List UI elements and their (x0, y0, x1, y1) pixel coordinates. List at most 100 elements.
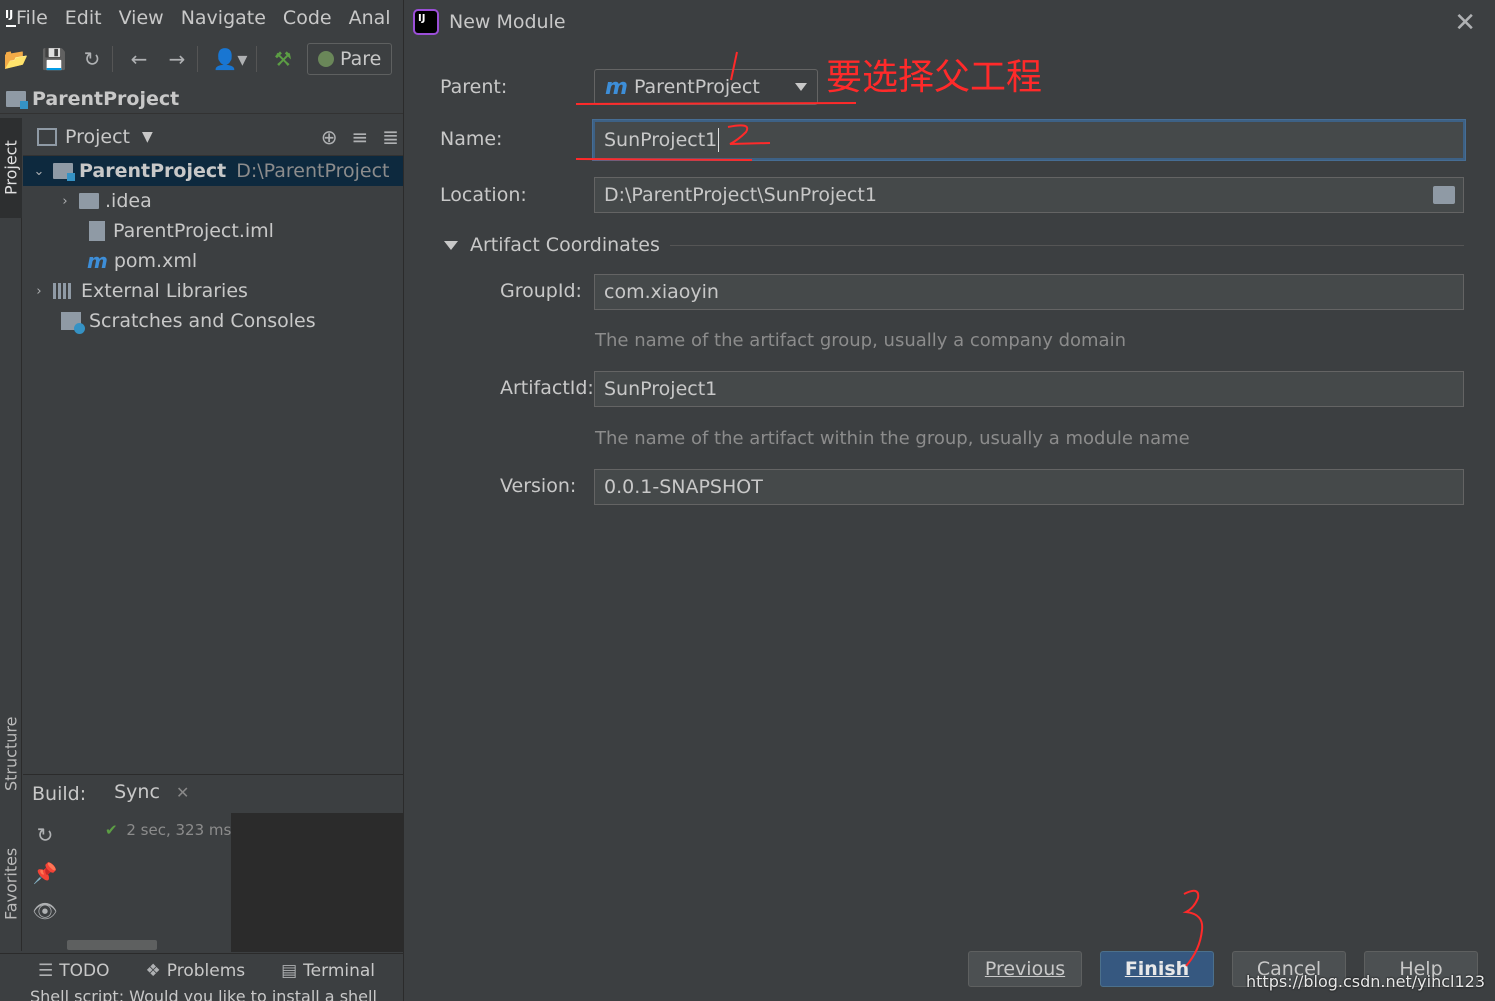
maven-icon: m (605, 74, 628, 100)
chevron-down-icon[interactable] (795, 83, 807, 91)
version-input[interactable]: 0.0.1-SNAPSHOT (594, 469, 1464, 505)
status-bar: Shell script: Would you like to install … (0, 987, 403, 1001)
previous-button[interactable]: Previous (968, 951, 1082, 987)
group-id-input-value: com.xiaoyin (604, 281, 719, 303)
group-id-input[interactable]: com.xiaoyin (594, 274, 1464, 310)
horizontal-scrollbar[interactable] (67, 940, 157, 950)
project-view-label[interactable]: Project (65, 126, 130, 148)
version-input-value: 0.0.1-SNAPSHOT (604, 476, 763, 498)
tree-item-label: pom.xml (113, 250, 198, 272)
tab-todo[interactable]: ☰ TODO (38, 961, 110, 981)
build-tree: ✔ 2 sec, 323 ms (67, 813, 231, 952)
build-status[interactable]: ✔ 2 sec, 323 ms (105, 821, 231, 839)
build-hammer-icon[interactable]: ⚒ (267, 44, 299, 74)
menu-edit[interactable]: Edit (65, 7, 102, 29)
status-message[interactable]: Shell script: Would you like to install … (30, 987, 377, 1001)
tab-problems-label: Problems (166, 960, 246, 981)
module-folder-icon (6, 90, 28, 109)
collapse-all-icon[interactable]: ≣ (382, 125, 399, 149)
tool-tab-project[interactable]: Project (0, 118, 22, 218)
chevron-down-icon[interactable]: ▼ (142, 129, 153, 145)
section-title: Artifact Coordinates (470, 234, 660, 256)
menu-navigate[interactable]: Navigate (181, 7, 266, 29)
tree-item-pom[interactable]: m pom.xml (23, 246, 403, 276)
menu-file[interactable]: File (16, 7, 48, 29)
tree-item-label: ParentProject (79, 160, 227, 182)
intellij-logo-icon (415, 11, 437, 33)
expand-all-icon[interactable]: ≡ (351, 125, 368, 149)
tree-item-label: ParentProject.iml (113, 220, 274, 242)
toolbar-separator (197, 46, 198, 72)
close-icon[interactable]: ✕ (1454, 8, 1476, 38)
menu-bar: File Edit View Navigate Code Anal (0, 0, 403, 36)
toolbar-separator (256, 46, 257, 72)
resync-icon[interactable]: ↻ (37, 823, 54, 847)
main-toolbar: 📂 💾 ↻ ← → 👤▾ ⚒ Pare (0, 40, 403, 78)
chevron-down-icon[interactable]: ⌄ (31, 164, 47, 179)
build-tool-window: Build: Sync ✕ ↻ 📌 👁 ✔ 2 sec, 323 ms (23, 774, 403, 952)
chevron-right-icon[interactable]: › (57, 194, 73, 209)
tab-terminal-label: Terminal (303, 960, 376, 981)
chevron-right-icon[interactable]: › (31, 284, 47, 299)
screen: File Edit View Navigate Code Anal 📂 💾 ↻ … (0, 0, 1495, 1001)
text-cursor (718, 128, 720, 152)
menu-analyze[interactable]: Anal (349, 7, 391, 29)
library-icon (53, 283, 73, 299)
tree-item-label: .idea (105, 190, 152, 212)
tool-tab-structure[interactable]: Structure (0, 704, 22, 804)
forward-icon[interactable]: → (161, 44, 193, 74)
menu-view[interactable]: View (119, 7, 164, 29)
check-icon: ✔ (105, 821, 118, 839)
tab-sync[interactable]: Sync ✕ (98, 781, 208, 816)
finish-button[interactable]: Finish (1100, 951, 1214, 987)
artifact-coordinates-section[interactable]: Artifact Coordinates (444, 232, 1464, 258)
sync-icon[interactable]: ↻ (76, 44, 108, 74)
breadcrumb-project[interactable]: ParentProject (32, 88, 179, 110)
new-module-dialog: New Module ✕ Parent: m ParentProject Nam… (403, 0, 1495, 1001)
tree-item-label: External Libraries (81, 280, 248, 302)
back-icon[interactable]: ← (123, 44, 155, 74)
chevron-down-icon[interactable] (444, 240, 458, 250)
locate-icon[interactable]: ⊕ (321, 125, 338, 149)
tree-item-scratches[interactable]: Scratches and Consoles (23, 306, 403, 336)
tool-tab-favorites[interactable]: Favorites (0, 834, 22, 934)
dialog-title-bar: New Module ✕ (404, 0, 1495, 44)
open-folder-icon[interactable]: 📂 (0, 44, 32, 74)
run-config-selector[interactable]: Pare (307, 43, 393, 75)
tree-item-external-libraries[interactable]: › External Libraries (23, 276, 403, 306)
parent-label: Parent: (440, 76, 508, 98)
build-actions: ↻ 📌 👁 (23, 813, 67, 952)
eye-icon[interactable]: 👁 (32, 899, 57, 923)
tree-item-parent-project[interactable]: ⌄ ParentProject D:\ParentProject (23, 156, 403, 186)
navigation-breadcrumb: ParentProject (0, 84, 403, 114)
build-time: 2 sec, 323 ms (126, 821, 232, 839)
panel-header-actions: ⊕ ≡ ≣ (321, 125, 399, 149)
pin-icon[interactable]: 📌 (33, 861, 58, 885)
group-id-hint: The name of the artifact group, usually … (595, 330, 1126, 351)
tab-terminal[interactable]: ▤ Terminal (281, 961, 375, 981)
browse-folder-icon[interactable] (1433, 186, 1455, 204)
tree-item-label: Scratches and Consoles (89, 310, 316, 332)
artifact-id-input[interactable]: SunProject1 (594, 371, 1464, 407)
name-input[interactable]: SunProject1 (593, 120, 1465, 160)
close-icon[interactable]: ✕ (176, 783, 189, 802)
tab-problems[interactable]: ❖ Problems (146, 961, 246, 981)
user-dropdown-icon[interactable]: 👤▾ (208, 44, 252, 74)
location-input[interactable]: D:\ParentProject\SunProject1 (594, 177, 1464, 213)
tree-item-iml[interactable]: ParentProject.iml (23, 216, 403, 246)
left-tool-stripe: Project Structure Favorites (0, 118, 22, 951)
list-icon: ☰ (38, 960, 54, 981)
ide-window: File Edit View Navigate Code Anal 📂 💾 ↻ … (0, 0, 403, 1001)
version-label: Version: (500, 475, 577, 497)
project-panel: Project ▼ ⊕ ≡ ≣ ⌄ ParentProject D:\Paren… (23, 118, 403, 772)
artifact-id-label: ArtifactId: (500, 377, 594, 399)
parent-select[interactable]: m ParentProject (594, 69, 818, 105)
save-icon[interactable]: 💾 (38, 44, 70, 74)
name-input-value: SunProject1 (604, 129, 718, 151)
project-tree: ⌄ ParentProject D:\ParentProject › .idea… (23, 156, 403, 336)
menu-code[interactable]: Code (283, 7, 332, 29)
tree-item-idea[interactable]: › .idea (23, 186, 403, 216)
maven-icon: m (87, 249, 108, 273)
folder-icon (79, 193, 99, 209)
module-folder-icon (53, 163, 75, 181)
